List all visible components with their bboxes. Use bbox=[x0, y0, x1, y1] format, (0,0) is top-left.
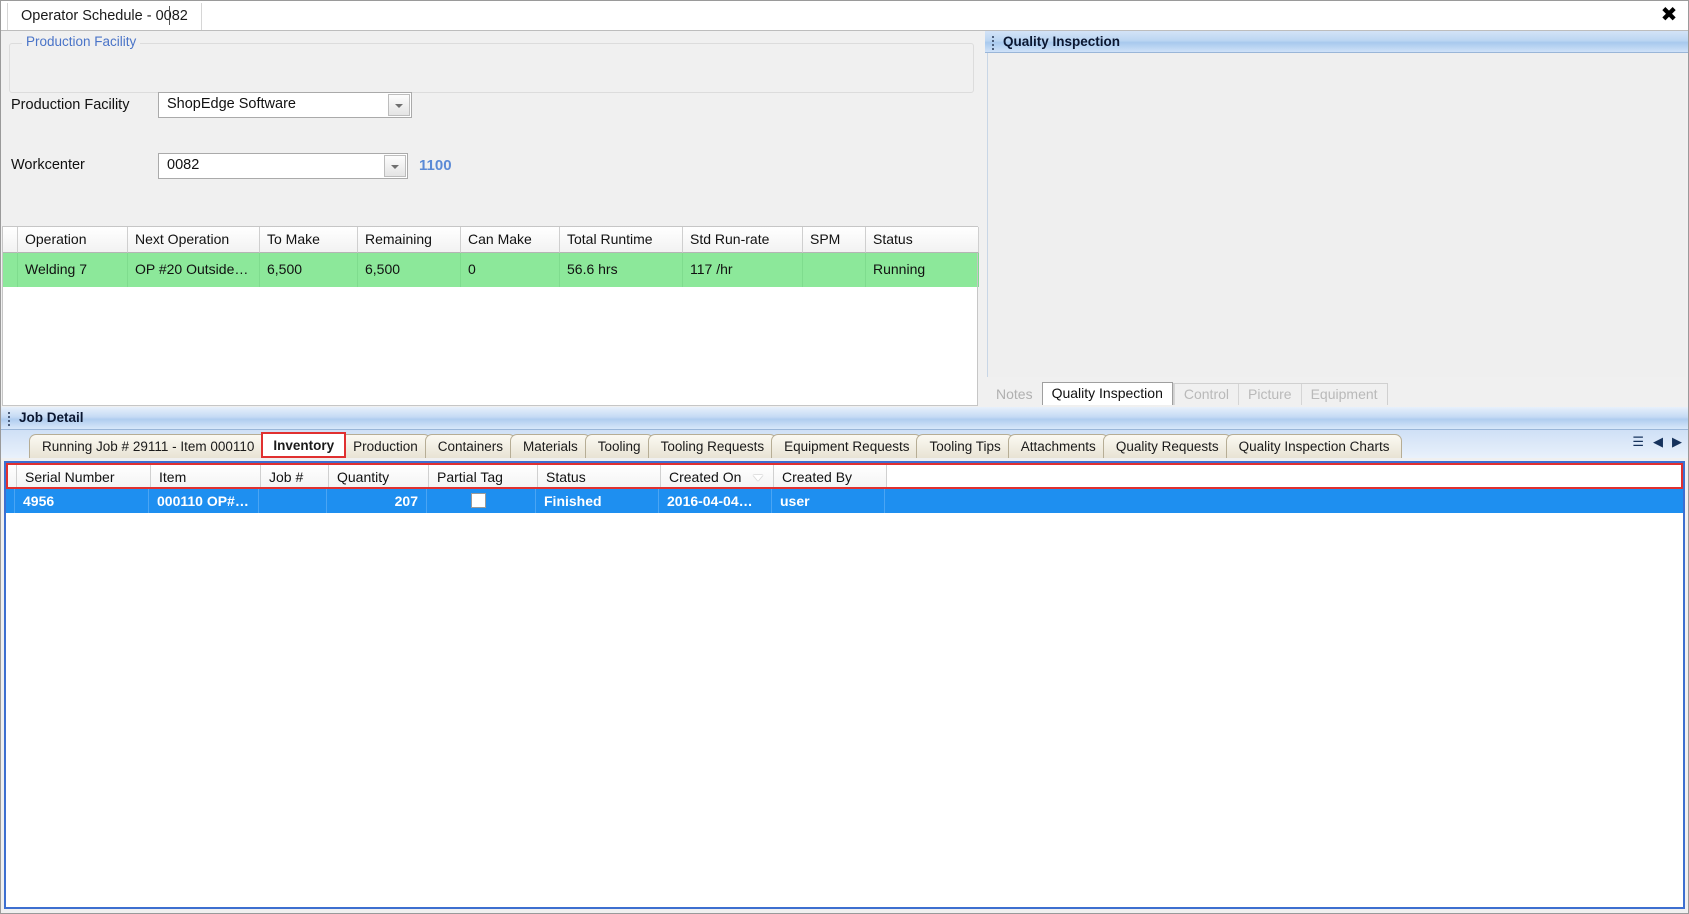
tab-equipment[interactable]: Equipment bbox=[1300, 384, 1387, 405]
operations-grid: Operation Next Operation To Make Remaini… bbox=[2, 226, 979, 406]
tab-equipment-requests[interactable]: Equipment Requests bbox=[771, 434, 923, 458]
job-detail-pane: Job Detail Running Job # 29111 - Item 00… bbox=[1, 407, 1688, 913]
text-caret bbox=[169, 6, 170, 25]
production-facility-value: ShopEdge Software bbox=[167, 96, 296, 112]
column-header-remaining[interactable]: Remaining bbox=[358, 227, 461, 253]
quality-inspection-header: Quality Inspection bbox=[985, 31, 1688, 53]
column-header-job-number[interactable]: Job # bbox=[261, 465, 329, 487]
column-header-status[interactable]: Status bbox=[866, 227, 979, 253]
row-selector-header bbox=[3, 227, 18, 253]
job-detail-header: Job Detail bbox=[1, 407, 1688, 430]
column-header-partial-tag[interactable]: Partial Tag bbox=[429, 465, 538, 487]
operator-schedule-pane: Production Facility Production Facility … bbox=[1, 31, 985, 431]
column-header-to-make[interactable]: To Make bbox=[260, 227, 358, 253]
column-header-std-run-rate[interactable]: Std Run-rate bbox=[683, 227, 803, 253]
cell-operation: Welding 7 bbox=[18, 253, 128, 287]
quality-inspection-tabbar: Notes Quality Inspection Control Picture… bbox=[987, 379, 1686, 405]
tab-running-job[interactable]: Running Job # 29111 - Item 000110 bbox=[29, 434, 268, 458]
mdi-tab-bar: Operator Schedule - 0082 ✖ bbox=[1, 1, 1688, 31]
cell-next-operation: OP #20 Outside… bbox=[128, 253, 260, 287]
cell-partial-tag bbox=[427, 489, 536, 513]
job-detail-tabstrip: Running Job # 29111 - Item 000110 Invent… bbox=[1, 430, 1688, 458]
column-header-serial-number[interactable]: Serial Number bbox=[17, 465, 151, 487]
tab-production[interactable]: Production bbox=[340, 434, 431, 458]
sort-descending-icon bbox=[753, 475, 763, 481]
inventory-grid: Serial Number Item Job # Quantity Partia… bbox=[4, 461, 1685, 909]
tab-tooling-requests[interactable]: Tooling Requests bbox=[647, 434, 778, 458]
column-header-can-make[interactable]: Can Make bbox=[461, 227, 560, 253]
partial-tag-checkbox[interactable] bbox=[471, 493, 486, 508]
quality-inspection-body bbox=[987, 53, 1686, 377]
cell-item: 000110 OP#… bbox=[149, 489, 259, 513]
tab-attachments[interactable]: Attachments bbox=[1007, 434, 1109, 458]
groupbox-title: Production Facility bbox=[22, 34, 141, 49]
cell-created-on: 2016-04-04… bbox=[659, 489, 772, 513]
tab-notes[interactable]: Notes bbox=[987, 384, 1042, 405]
tab-tooling[interactable]: Tooling bbox=[584, 434, 654, 458]
tab-scroll-prev-icon[interactable]: ◀ bbox=[1653, 435, 1663, 450]
cell-remaining: 6,500 bbox=[358, 253, 461, 287]
tab-list-menu-icon[interactable]: ☰ bbox=[1632, 435, 1644, 450]
tab-control[interactable]: Control bbox=[1173, 384, 1238, 405]
mdi-tab-label: Operator Schedule - 0082 bbox=[21, 8, 188, 24]
table-row[interactable]: 4956 000110 OP#… 207 Finished 2016-04-04… bbox=[6, 489, 1683, 513]
tab-containers[interactable]: Containers bbox=[424, 434, 517, 458]
column-header-status[interactable]: Status bbox=[538, 465, 661, 487]
production-facility-label: Production Facility bbox=[11, 97, 130, 113]
column-header-created-on[interactable]: Created On bbox=[661, 465, 774, 487]
operations-grid-header: Operation Next Operation To Make Remaini… bbox=[3, 227, 979, 253]
workcenter-value: 0082 bbox=[167, 157, 200, 173]
column-header-quantity[interactable]: Quantity bbox=[329, 465, 429, 487]
column-header-created-by[interactable]: Created By bbox=[774, 465, 887, 487]
column-header-operation[interactable]: Operation bbox=[18, 227, 128, 253]
quality-inspection-pane: Quality Inspection Notes Quality Inspect… bbox=[985, 31, 1688, 407]
job-detail-title: Job Detail bbox=[19, 410, 84, 425]
tab-tooling-tips[interactable]: Tooling Tips bbox=[916, 434, 1014, 458]
column-header-item[interactable]: Item bbox=[151, 465, 261, 487]
table-row[interactable]: Welding 7 OP #20 Outside… 6,500 6,500 0 … bbox=[3, 253, 979, 287]
cell-spm bbox=[803, 253, 866, 287]
close-icon[interactable]: ✖ bbox=[1656, 3, 1682, 27]
tab-picture[interactable]: Picture bbox=[1238, 384, 1301, 405]
workcenter-label: Workcenter bbox=[11, 157, 85, 173]
cell-to-make: 6,500 bbox=[260, 253, 358, 287]
row-selector-cell bbox=[6, 489, 15, 513]
tab-quality-inspection-charts[interactable]: Quality Inspection Charts bbox=[1225, 434, 1403, 458]
cell-total-runtime: 56.6 hrs bbox=[560, 253, 683, 287]
chevron-down-icon[interactable] bbox=[388, 94, 410, 116]
production-facility-combobox[interactable]: ShopEdge Software bbox=[158, 92, 412, 118]
workcenter-code: 1100 bbox=[419, 157, 452, 174]
tab-quality-inspection[interactable]: Quality Inspection bbox=[1041, 382, 1173, 405]
production-facility-groupbox: Production Facility bbox=[9, 34, 974, 93]
cell-quantity: 207 bbox=[327, 489, 427, 513]
column-header-spm[interactable]: SPM bbox=[803, 227, 866, 253]
cell-serial-number: 4956 bbox=[15, 489, 149, 513]
tab-scroll-next-icon[interactable]: ▶ bbox=[1672, 435, 1682, 450]
chevron-down-icon[interactable] bbox=[384, 155, 406, 177]
tab-inventory[interactable]: Inventory bbox=[261, 432, 347, 458]
column-header-created-on-label: Created On bbox=[669, 469, 742, 485]
tab-navigation-controls: ☰ ◀ ▶ bbox=[1632, 435, 1682, 450]
column-header-next-operation[interactable]: Next Operation bbox=[128, 227, 260, 253]
grip-dots-icon[interactable] bbox=[8, 412, 11, 426]
workcenter-combobox[interactable]: 0082 bbox=[158, 153, 408, 179]
cell-std-run-rate: 117 /hr bbox=[683, 253, 803, 287]
row-selector-header bbox=[8, 465, 17, 487]
tab-quality-requests[interactable]: Quality Requests bbox=[1102, 434, 1232, 458]
mdi-tab-operator-schedule[interactable]: Operator Schedule - 0082 bbox=[7, 3, 202, 30]
cell-can-make: 0 bbox=[461, 253, 560, 287]
tab-materials[interactable]: Materials bbox=[510, 434, 591, 458]
cell-job-number bbox=[259, 489, 327, 513]
disabled-tab-group: Control Picture Equipment bbox=[1172, 383, 1388, 405]
cell-status: Finished bbox=[536, 489, 659, 513]
application-window: Operator Schedule - 0082 ✖ Production Fa… bbox=[0, 0, 1689, 914]
inventory-grid-header: Serial Number Item Job # Quantity Partia… bbox=[6, 463, 1683, 489]
job-detail-tabs: Running Job # 29111 - Item 000110 Invent… bbox=[29, 432, 1608, 458]
cell-status: Running bbox=[866, 253, 979, 287]
row-selector-cell bbox=[3, 253, 18, 287]
column-header-total-runtime[interactable]: Total Runtime bbox=[560, 227, 683, 253]
cell-created-by: user bbox=[772, 489, 885, 513]
quality-inspection-title: Quality Inspection bbox=[1003, 34, 1121, 49]
grip-dots-icon[interactable] bbox=[992, 36, 995, 50]
